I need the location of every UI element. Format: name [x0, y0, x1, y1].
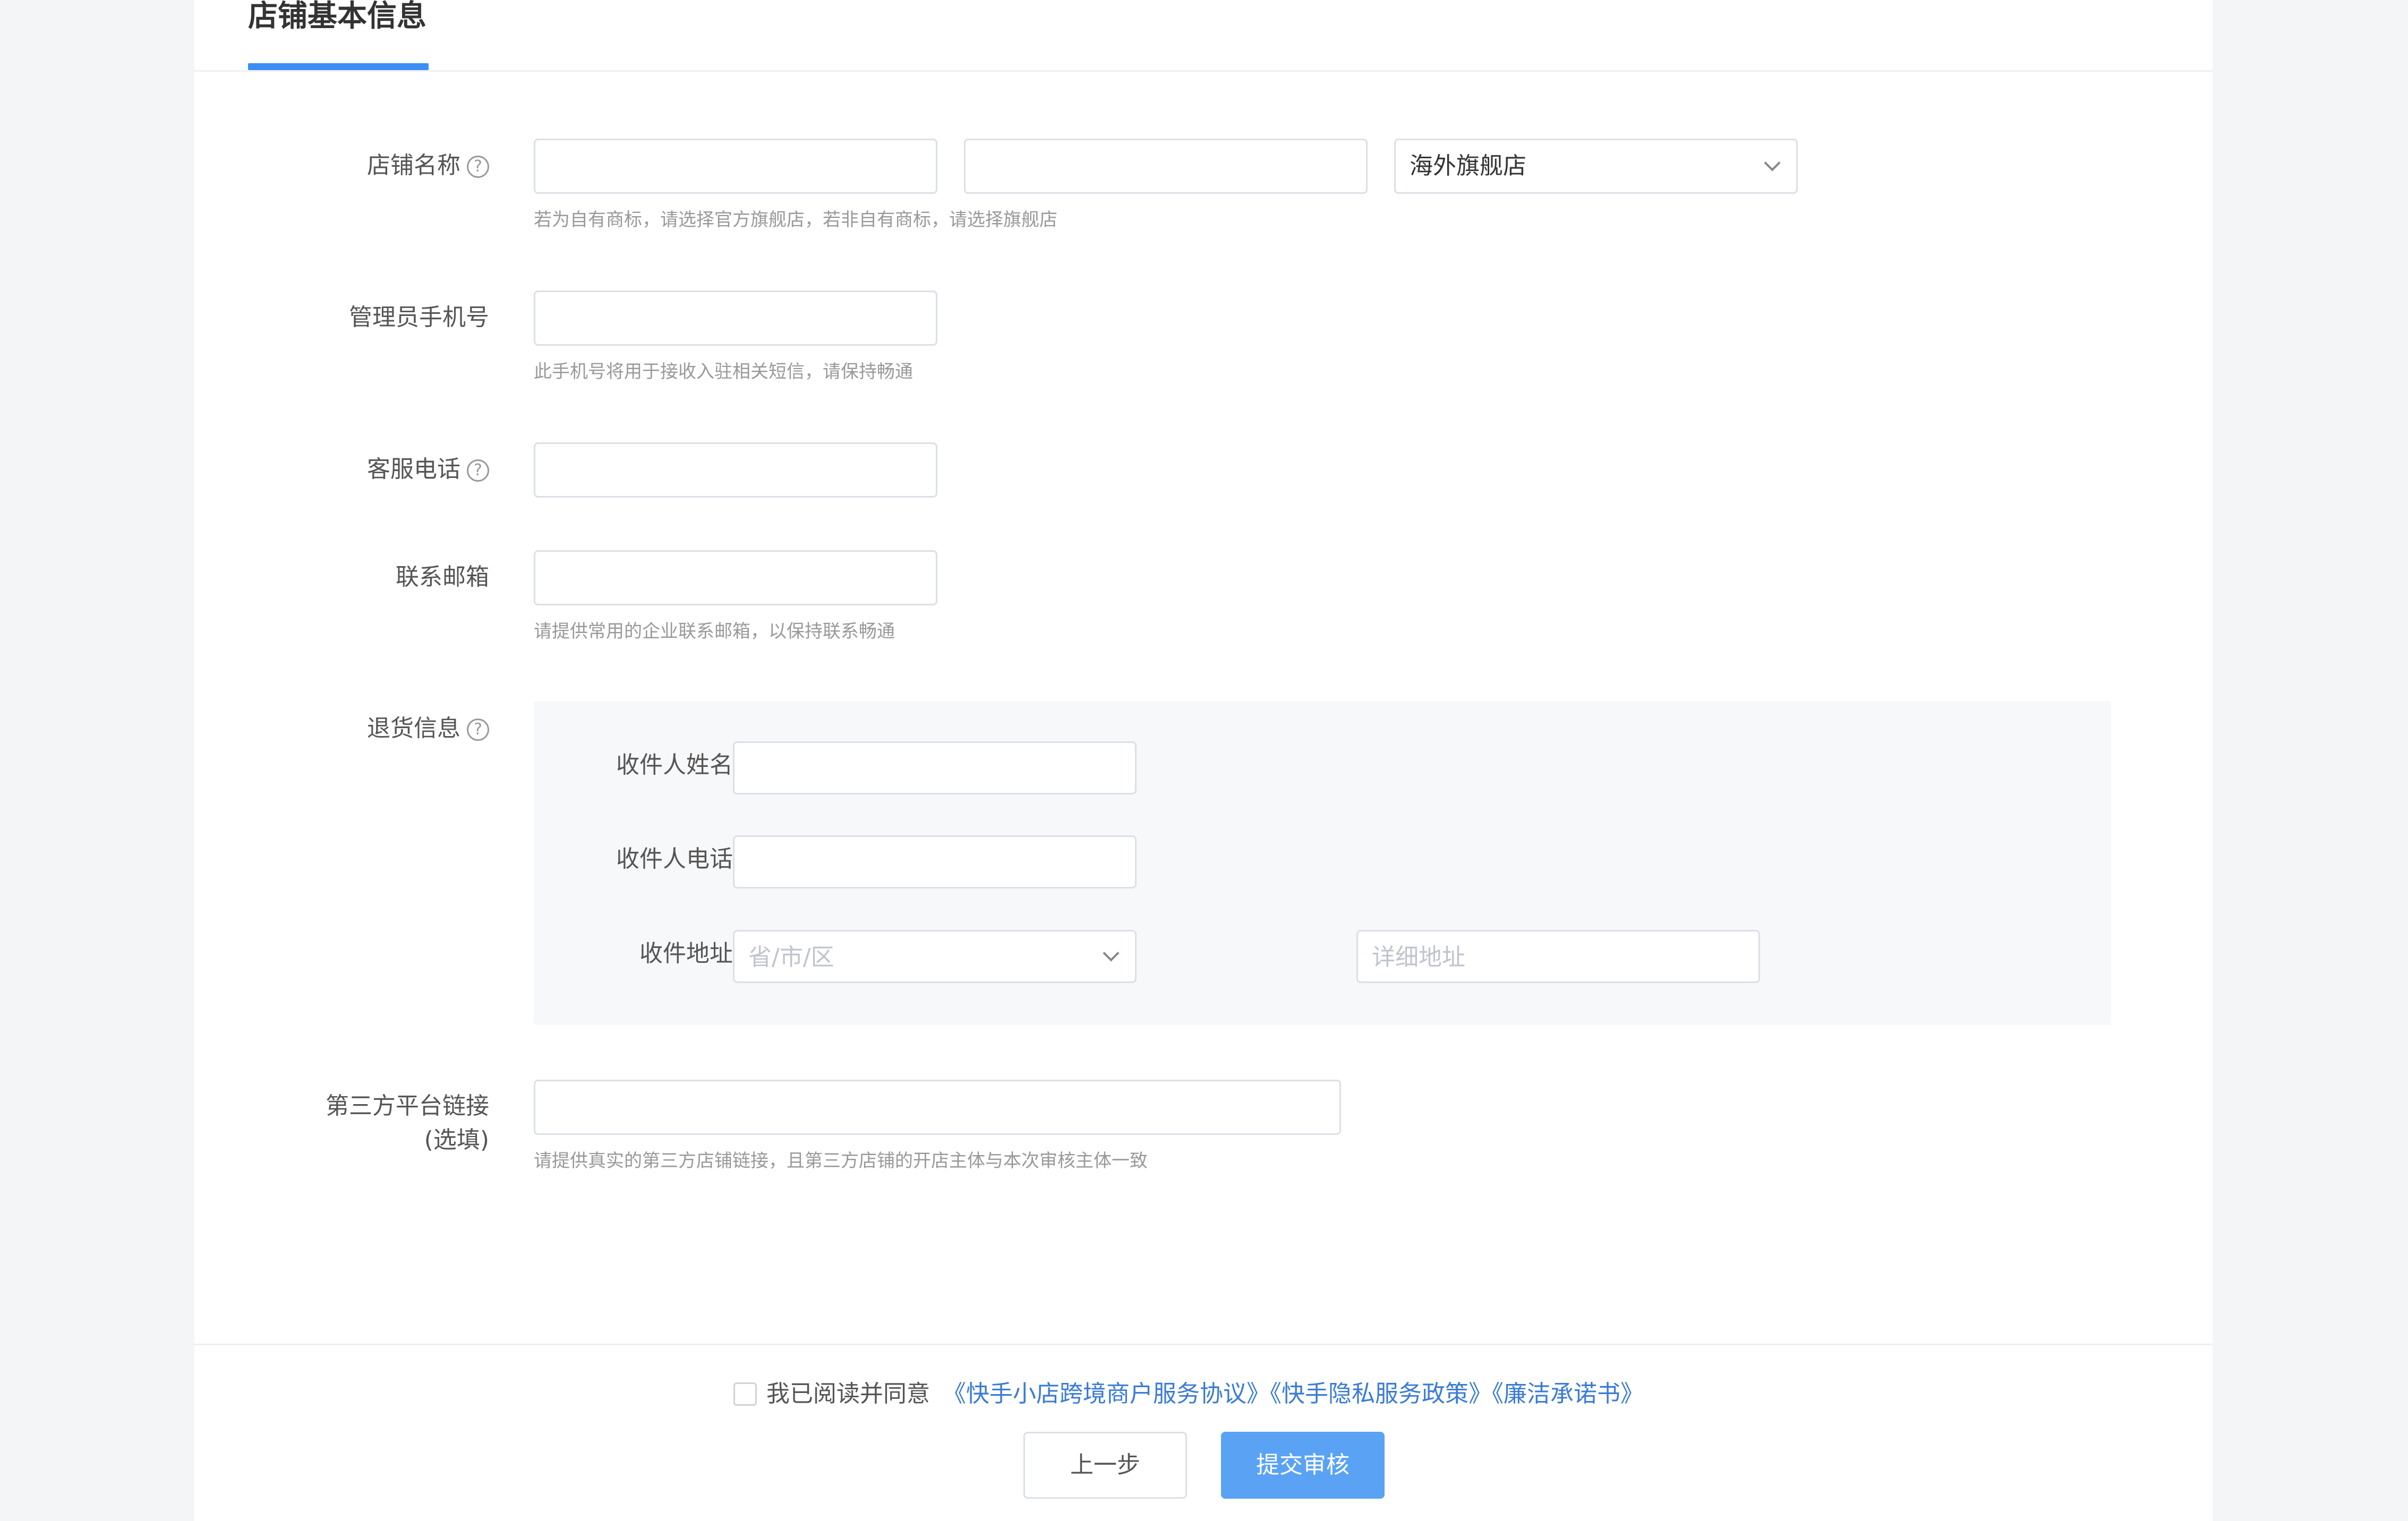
- detail-address-input[interactable]: 详细地址: [1356, 930, 1760, 983]
- store-name-label: 店铺名称?: [367, 150, 489, 182]
- store-info-card: 店铺基本信息 店铺名称? 海外旗舰店 若为自有商标，请选择官方旗舰店，若非自有商…: [194, 0, 2213, 1521]
- third-party-link-input[interactable]: [534, 1080, 1341, 1135]
- contact-email-input[interactable]: [534, 550, 937, 605]
- store-type-selected-value: 海外旗舰店: [1410, 152, 1526, 180]
- chevron-down-icon: [1103, 945, 1120, 962]
- service-phone-label: 客服电话?: [367, 454, 489, 485]
- footer-divider: [194, 1344, 2213, 1345]
- header-divider: [194, 70, 2213, 72]
- store-name-hint: 若为自有商标，请选择官方旗舰店，若非自有商标，请选择旗舰店: [534, 209, 1057, 230]
- receiver-address-label: 收件地址: [639, 940, 733, 967]
- store-name-input-1[interactable]: [534, 139, 937, 194]
- tab-store-basic-info[interactable]: 店铺基本信息: [248, 0, 426, 37]
- third-party-label-line1: 第三方平台链接: [326, 1092, 489, 1120]
- question-circle-icon[interactable]: ?: [467, 459, 489, 482]
- service-phone-label-text: 客服电话: [367, 456, 460, 483]
- receiver-name-label: 收件人姓名: [616, 751, 733, 779]
- submit-review-button[interactable]: 提交审核: [1221, 1432, 1385, 1499]
- chevron-down-icon: [1764, 155, 1781, 172]
- agreement-checkbox[interactable]: [733, 1382, 757, 1406]
- third-party-label-line2: (选填): [424, 1126, 489, 1153]
- admin-phone-hint: 此手机号将用于接收入驻相关短信，请保持畅通: [534, 361, 913, 382]
- agreement-prefix: 我已阅读并同意: [766, 1380, 930, 1407]
- agreement-row: 我已阅读并同意 《快手小店跨境商户服务协议》《快手隐私服务政策》《廉洁承诺书》: [733, 1375, 1644, 1411]
- merchant-service-agreement-link[interactable]: 《快手小店跨境商户服务协议》: [943, 1380, 1270, 1407]
- privacy-policy-link[interactable]: 《快手隐私服务政策》: [1270, 1380, 1492, 1407]
- return-info-label: 退货信息?: [367, 713, 489, 745]
- service-phone-input[interactable]: [534, 442, 937, 498]
- admin-phone-input[interactable]: [534, 290, 937, 346]
- third-party-label: 第三方平台链接 (选填): [326, 1089, 489, 1157]
- receiver-name-input[interactable]: [733, 741, 1137, 794]
- integrity-pledge-link[interactable]: 《廉洁承诺书》: [1492, 1380, 1644, 1407]
- store-type-select[interactable]: 海外旗舰店: [1394, 139, 1798, 194]
- region-placeholder: 省/市/区: [748, 944, 834, 971]
- admin-phone-label: 管理员手机号: [349, 304, 489, 331]
- receiver-phone-label: 收件人电话: [616, 845, 733, 873]
- store-name-input-2[interactable]: [964, 139, 1368, 194]
- contact-email-hint: 请提供常用的企业联系邮箱，以保持联系畅通: [534, 621, 895, 642]
- question-circle-icon[interactable]: ?: [467, 719, 489, 741]
- third-party-hint: 请提供真实的第三方店铺链接，且第三方店铺的开店主体与本次审核主体一致: [534, 1150, 1148, 1172]
- prev-step-button[interactable]: 上一步: [1023, 1432, 1187, 1499]
- contact-email-label: 联系邮箱: [396, 563, 489, 591]
- question-circle-icon[interactable]: ?: [467, 156, 489, 178]
- region-select[interactable]: 省/市/区: [733, 930, 1137, 983]
- receiver-phone-input[interactable]: [733, 835, 1137, 888]
- return-info-panel: 收件人姓名 收件人电话 收件地址 省/市/区 详细地址: [534, 701, 2111, 1025]
- return-info-label-text: 退货信息: [367, 715, 460, 742]
- tab-active-indicator: [248, 63, 429, 70]
- store-name-label-text: 店铺名称: [367, 152, 460, 179]
